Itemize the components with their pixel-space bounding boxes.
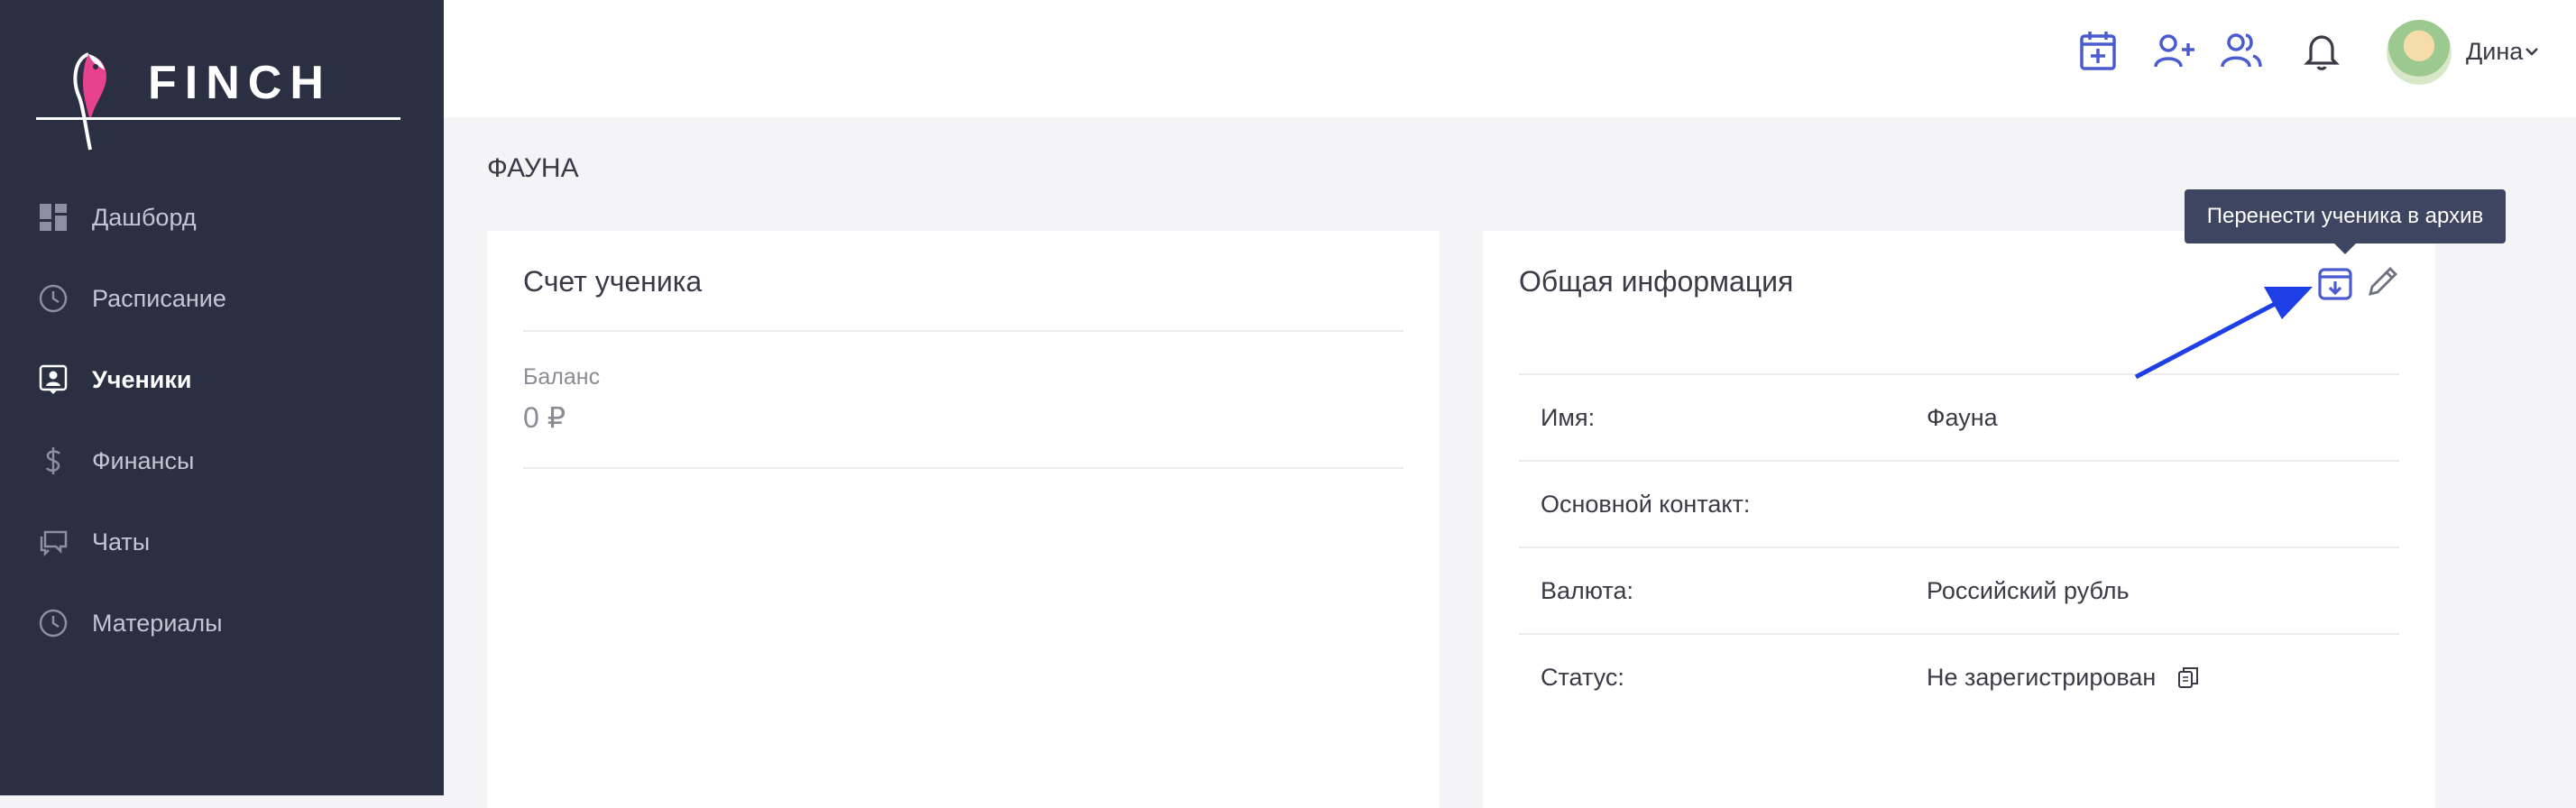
add-user-icon[interactable] [2152, 29, 2195, 72]
info-row-status: Статус: Не зарегистрирован [1519, 635, 2399, 721]
logo-underline [36, 117, 400, 120]
page-title: ФАУНА [487, 153, 579, 183]
divider [523, 467, 1403, 469]
dollar-icon [38, 445, 69, 476]
sidebar-nav: Дашборд Расписание Ученики Финансы Чаты [0, 177, 444, 664]
archive-tooltip: Перенести ученика в архив [2185, 189, 2506, 243]
sidebar-item-students[interactable]: Ученики [0, 339, 444, 420]
card-title: Общая информация [1519, 265, 1794, 298]
tooltip-arrow [2334, 243, 2356, 254]
general-info-card: Общая информация Имя: Фауна Основной кон… [1483, 231, 2435, 808]
row-key: Валюта: [1541, 577, 1634, 604]
sidebar-item-label: Финансы [92, 446, 195, 474]
copy-icon[interactable] [2177, 666, 2199, 689]
sidebar-item-finances[interactable]: Финансы [0, 420, 444, 501]
row-value: Российский рубль [1927, 577, 2130, 604]
sidebar-item-label: Материалы [92, 609, 223, 637]
edit-icon[interactable] [2363, 263, 2401, 301]
sidebar-item-dashboard[interactable]: Дашборд [0, 177, 444, 258]
sidebar-item-label: Дашборд [92, 203, 197, 231]
row-key: Имя: [1541, 404, 1596, 431]
clock-icon [38, 283, 69, 314]
card-title: Счет ученика [523, 265, 703, 298]
balance-label: Баланс [523, 364, 601, 390]
calendar-add-icon[interactable] [2076, 29, 2120, 72]
sidebar-item-label: Ученики [92, 365, 192, 393]
row-value: Не зарегистрирован [1927, 664, 2157, 691]
brand-name: FINCH [148, 57, 332, 109]
sidebar-item-materials[interactable]: Материалы [0, 583, 444, 664]
sidebar-item-schedule[interactable]: Расписание [0, 258, 444, 339]
sidebar-item-label: Расписание [92, 284, 226, 312]
row-value: Фауна [1927, 404, 1998, 431]
row-value-wrap: Не зарегистрирован [1927, 664, 2199, 692]
user-name[interactable]: Дина [2466, 38, 2523, 66]
info-row-contact: Основной контакт: [1519, 462, 2399, 548]
chat-icon [38, 527, 69, 557]
topbar: Дина [444, 0, 2576, 117]
info-row-currency: Валюта: Российский рубль [1519, 548, 2399, 635]
chevron-down-icon[interactable] [2524, 45, 2540, 58]
dashboard-icon [38, 202, 69, 233]
bird-logo-icon [73, 52, 106, 151]
clock-icon [38, 608, 69, 638]
archive-icon[interactable] [2316, 265, 2354, 303]
student-account-card: Счет ученика Баланс 0 ₽ [487, 231, 1440, 808]
sidebar: FINCH Дашборд Расписание Ученики Финансы… [0, 0, 444, 795]
avatar[interactable] [2387, 20, 2452, 85]
row-key: Статус: [1541, 664, 1624, 691]
bell-icon[interactable] [2300, 29, 2343, 72]
finch-logo[interactable]: FINCH [36, 34, 400, 161]
info-row-name: Имя: Фауна [1519, 375, 2399, 462]
row-key: Основной контакт: [1541, 491, 1751, 518]
divider [523, 330, 1403, 332]
users-icon[interactable] [2219, 29, 2262, 72]
balance-value: 0 ₽ [523, 401, 566, 434]
sidebar-item-label: Чаты [92, 528, 151, 556]
sidebar-item-chats[interactable]: Чаты [0, 501, 444, 583]
student-icon [38, 364, 69, 395]
